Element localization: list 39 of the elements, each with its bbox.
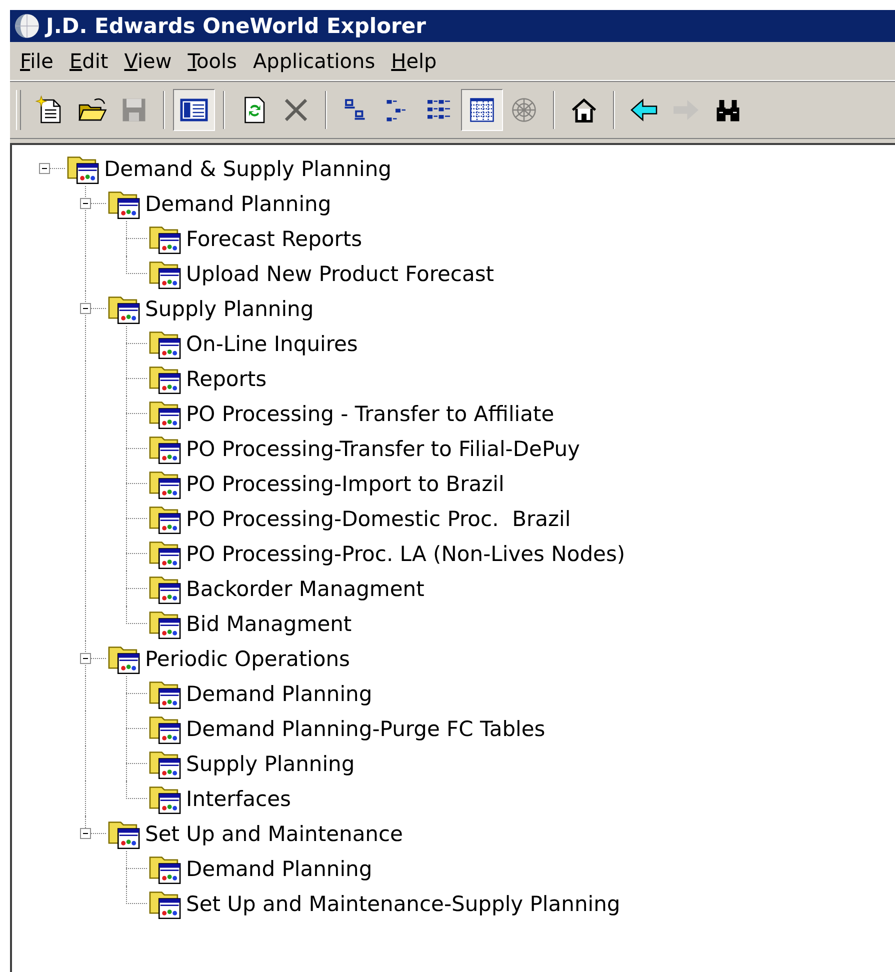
tree-item[interactable]: Demand Planning: [183, 682, 376, 706]
collapse-button[interactable]: [39, 163, 50, 174]
collapse-button[interactable]: [80, 303, 91, 314]
tree-item[interactable]: Periodic Operations: [142, 646, 353, 670]
tree-item[interactable]: Demand Planning: [142, 192, 334, 216]
tree-item[interactable]: Backorder Managment: [183, 576, 428, 600]
tree-item[interactable]: Set Up and Maintenance-Supply Planning: [183, 892, 624, 916]
tree-item[interactable]: Reports: [183, 366, 270, 390]
menu-item[interactable]: Tools: [180, 47, 245, 75]
menu-item[interactable]: Edit: [61, 47, 116, 75]
tree-item[interactable]: PO Processing-Proc. LA (Non-Lives Nodes): [183, 542, 628, 566]
tree-item[interactable]: Demand Planning: [183, 856, 376, 880]
tree-item[interactable]: PO Processing-Import to Brazil: [183, 472, 508, 496]
menu-item[interactable]: View: [116, 47, 180, 75]
tree-item[interactable]: PO Processing-Transfer to Filial-DePuy: [183, 436, 583, 460]
web-icon: [509, 95, 539, 125]
table-icon: [467, 95, 497, 125]
window-title: J.D. Edwards OneWorld Explorer: [46, 14, 426, 38]
collapse-button[interactable]: [80, 198, 91, 209]
tree-item[interactable]: Supply Planning: [183, 752, 358, 776]
menu-item[interactable]: Help: [383, 47, 445, 75]
tree-item[interactable]: Demand Planning-Purge FC Tables: [183, 716, 548, 740]
collapse-button[interactable]: [80, 653, 91, 664]
tree-item[interactable]: Forecast Reports: [183, 226, 366, 250]
tree-item[interactable]: Bid Managment: [183, 612, 355, 636]
tree-item[interactable]: Demand & Supply Planning: [101, 156, 394, 180]
tree-item[interactable]: Upload New Product Forecast: [183, 262, 498, 286]
details-pane-button[interactable]: [173, 89, 215, 131]
tree-item[interactable]: On-Line Inquires: [183, 332, 361, 356]
tree-item[interactable]: Interfaces: [183, 786, 294, 810]
tree-item[interactable]: PO Processing - Transfer to Affiliate: [183, 402, 558, 426]
menu-item[interactable]: File: [12, 47, 62, 75]
grid-view-button[interactable]: [461, 89, 503, 131]
tree-item[interactable]: Supply Planning: [142, 296, 317, 320]
tree-item[interactable]: PO Processing-Domestic Proc. Brazil: [183, 506, 574, 530]
tree-item[interactable]: Set Up and Maintenance: [142, 822, 406, 846]
menu-item[interactable]: Applications: [244, 47, 384, 75]
globe-icon: [14, 13, 40, 39]
collapse-button[interactable]: [80, 828, 91, 839]
